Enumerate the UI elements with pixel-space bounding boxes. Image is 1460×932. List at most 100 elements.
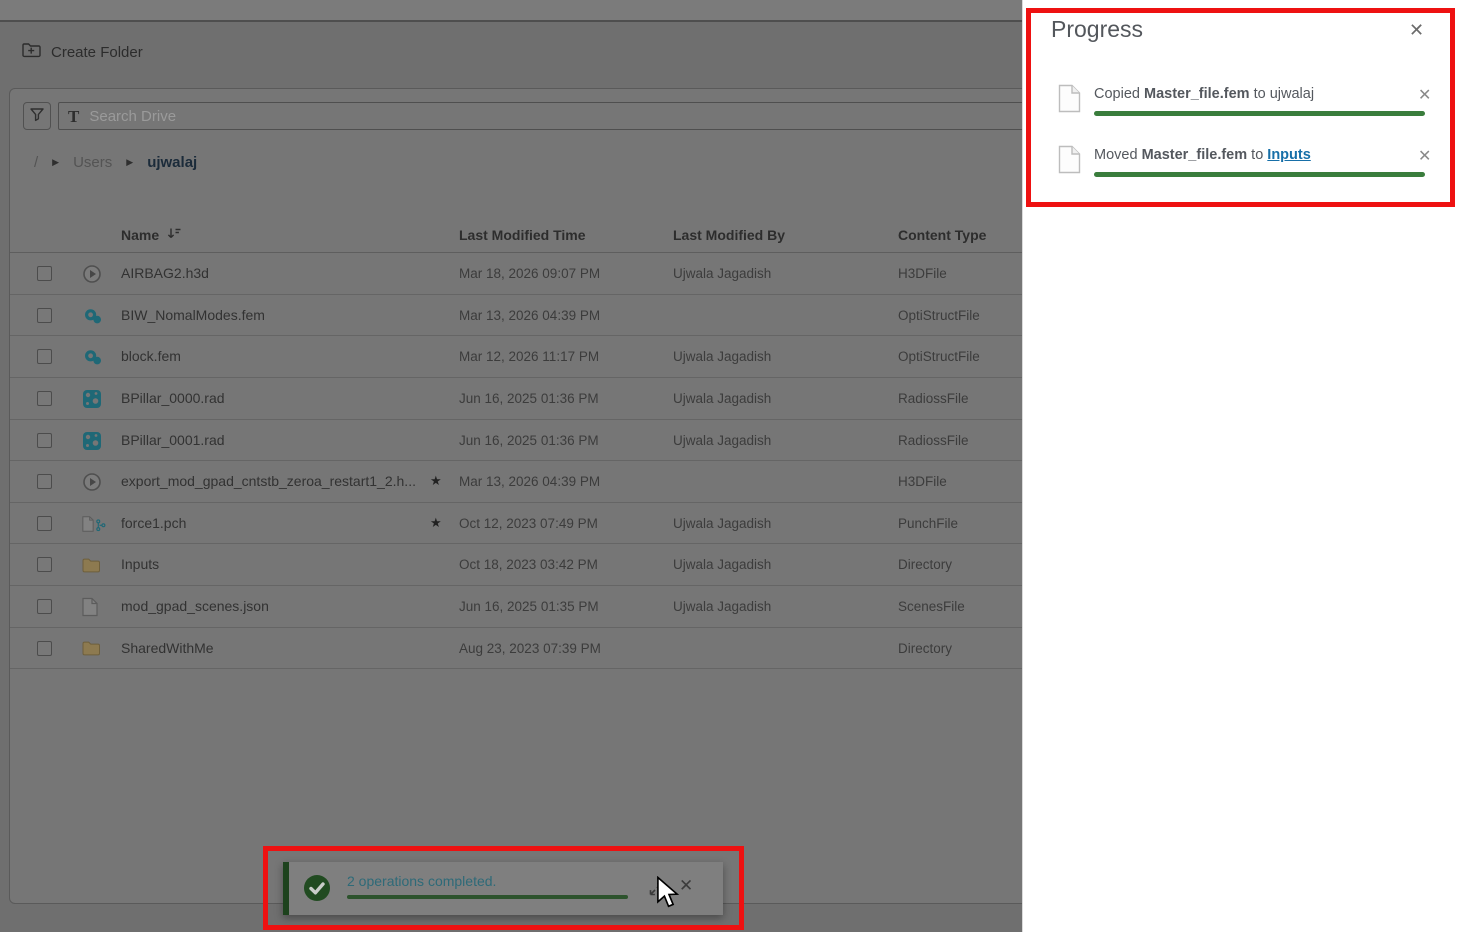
table-row[interactable]: Inputs ★ Oct 18, 2023 03:42 PM Ujwala Ja…: [10, 544, 1022, 587]
column-header-name[interactable]: Name: [121, 227, 182, 243]
toast-close-icon[interactable]: ✕: [679, 876, 693, 896]
last-modified-by: Ujwala Jagadish: [673, 515, 772, 531]
row-checkbox[interactable]: [37, 640, 52, 656]
column-header-modified-time[interactable]: Last Modified Time: [459, 227, 586, 243]
last-modified-time: Mar 13, 2026 04:39 PM: [459, 474, 601, 490]
progress-item: Moved Master_file.fem to Inputs ✕: [1023, 144, 1460, 200]
drive-content-panel: T Search Drive / ▶ Users ▶ ujwalaj Name …: [9, 88, 1022, 904]
file-name[interactable]: Inputs: [121, 556, 159, 572]
text-search-icon: T: [68, 106, 80, 126]
content-type: OptiStructFile: [898, 307, 980, 323]
content-type: RadiossFile: [898, 390, 969, 406]
content-type: ScenesFile: [898, 599, 965, 615]
create-folder-label: Create Folder: [51, 43, 143, 61]
screen: Create Folder T Search Drive / ▶ Users ▶…: [0, 0, 1460, 932]
last-modified-time: Mar 18, 2026 09:07 PM: [459, 266, 601, 281]
table-row[interactable]: block.fem ★ Mar 12, 2026 11:17 PM Ujwala…: [10, 336, 1022, 378]
file-name[interactable]: AIRBAG2.h3d: [121, 265, 209, 281]
row-checkbox[interactable]: [37, 307, 52, 323]
progress-bar: [1094, 111, 1425, 116]
row-checkbox[interactable]: [37, 349, 52, 365]
folder-icon: [82, 638, 106, 660]
file-name[interactable]: force1.pch: [121, 515, 186, 531]
last-modified-time: Mar 12, 2026 11:17 PM: [459, 349, 600, 365]
file-name[interactable]: SharedWithMe: [121, 640, 214, 656]
filter-funnel-icon: [29, 106, 45, 127]
file-manager-dimmed-area: Create Folder T Search Drive / ▶ Users ▶…: [0, 0, 1022, 932]
column-header-modified-by[interactable]: Last Modified By: [673, 227, 785, 243]
column-header-content-type[interactable]: Content Type: [898, 227, 986, 243]
destination[interactable]: Inputs: [1267, 147, 1311, 163]
last-modified-by: Ujwala Jagadish: [673, 557, 772, 573]
doc-icon: [82, 596, 106, 618]
content-type: PunchFile: [898, 515, 959, 531]
progress-panel-title: Progress: [1051, 16, 1144, 42]
star-icon: ★: [430, 473, 442, 489]
progress-panel-close-icon[interactable]: ✕: [1409, 20, 1424, 41]
table-row[interactable]: BPillar_0000.rad ★ Jun 16, 2025 01:36 PM…: [10, 378, 1022, 420]
table-row[interactable]: BPillar_0001.rad ★ Jun 16, 2025 01:36 PM…: [10, 420, 1022, 462]
progress-item: Copied Master_file.fem to ujwalaj ✕: [1023, 83, 1460, 139]
last-modified-time: Jun 16, 2025 01:35 PM: [459, 599, 599, 615]
content-type: H3DFile: [898, 266, 947, 281]
sort-ascending-icon[interactable]: [167, 227, 182, 243]
file-document-icon: [1058, 84, 1081, 118]
progress-bar-track: [1094, 172, 1425, 177]
last-modified-time: Jun 16, 2025 01:36 PM: [459, 432, 599, 448]
last-modified-by: Ujwala Jagadish: [673, 432, 772, 448]
last-modified-by: Ujwala Jagadish: [673, 390, 772, 406]
table-row[interactable]: mod_gpad_scenes.json ★ Jun 16, 2025 01:3…: [10, 586, 1022, 628]
content-type: Directory: [898, 557, 953, 573]
breadcrumb: / ▶ Users ▶ ujwalaj: [34, 153, 197, 171]
row-checkbox[interactable]: [37, 515, 52, 531]
h3d-play-icon: [82, 471, 106, 493]
table-row[interactable]: BIW_NomalModes.fem ★ Mar 13, 2026 04:39 …: [10, 295, 1022, 337]
content-type: H3DFile: [898, 474, 947, 490]
content-type: Directory: [898, 640, 953, 656]
row-checkbox[interactable]: [37, 557, 52, 573]
punch-doc-icon: [82, 513, 106, 535]
row-checkbox[interactable]: [37, 599, 52, 615]
file-name[interactable]: BPillar_0001.rad: [121, 432, 225, 448]
file-name[interactable]: export_mod_gpad_cntstb_zeroa_restart1_2.…: [121, 473, 416, 489]
last-modified-by: Ujwala Jagadish: [673, 599, 772, 615]
content-type: OptiStructFile: [898, 349, 980, 365]
star-icon: ★: [430, 514, 442, 530]
row-checkbox[interactable]: [37, 432, 52, 448]
file-name[interactable]: mod_gpad_scenes.json: [121, 598, 269, 614]
file-name[interactable]: block.fem: [121, 348, 181, 364]
progress-bar-track: [1094, 111, 1425, 116]
table-row[interactable]: force1.pch ★ Oct 12, 2023 07:49 PM Ujwal…: [10, 503, 1022, 545]
radioss-icon: [82, 388, 106, 410]
last-modified-by: Ujwala Jagadish: [673, 349, 772, 365]
h3d-play-icon: [82, 263, 106, 285]
toast-progress-bar: [347, 895, 628, 899]
file-document-icon: [1058, 145, 1081, 179]
row-checkbox[interactable]: [37, 266, 52, 281]
row-checkbox[interactable]: [37, 474, 52, 490]
progress-item-close-icon[interactable]: ✕: [1418, 85, 1431, 105]
row-checkbox[interactable]: [37, 390, 52, 406]
breadcrumb-chevron-icon: ▶: [52, 156, 60, 167]
breadcrumb-users[interactable]: Users: [73, 154, 112, 171]
create-folder-button[interactable]: Create Folder: [22, 40, 143, 64]
last-modified-time: Oct 12, 2023 07:49 PM: [459, 515, 598, 531]
progress-bar: [1094, 172, 1425, 177]
progress-item-close-icon[interactable]: ✕: [1418, 146, 1431, 166]
breadcrumb-root[interactable]: /: [34, 154, 38, 171]
file-name[interactable]: BIW_NomalModes.fem: [121, 307, 265, 323]
expand-toast-icon[interactable]: [647, 880, 665, 903]
progress-panel: Progress ✕ Copied Master_file.fem to ujw…: [1022, 0, 1460, 932]
table-row[interactable]: export_mod_gpad_cntstb_zeroa_restart1_2.…: [10, 461, 1022, 503]
create-folder-icon: [22, 42, 41, 63]
table-row[interactable]: SharedWithMe ★ Aug 23, 2023 07:39 PM Dir…: [10, 628, 1022, 670]
toast-message: 2 operations completed.: [347, 873, 497, 889]
table-row[interactable]: AIRBAG2.h3d ★ Mar 18, 2026 09:07 PM Ujwa…: [10, 253, 1022, 295]
table-header: Name Last Modified Time Last Modified By…: [10, 219, 1022, 253]
last-modified-time: Oct 18, 2023 03:42 PM: [459, 557, 598, 573]
last-modified-time: Aug 23, 2023 07:39 PM: [459, 640, 601, 656]
filter-button[interactable]: [23, 102, 51, 130]
file-name[interactable]: BPillar_0000.rad: [121, 390, 225, 406]
search-input[interactable]: T Search Drive: [58, 102, 1022, 130]
last-modified-by: Ujwala Jagadish: [673, 266, 772, 281]
